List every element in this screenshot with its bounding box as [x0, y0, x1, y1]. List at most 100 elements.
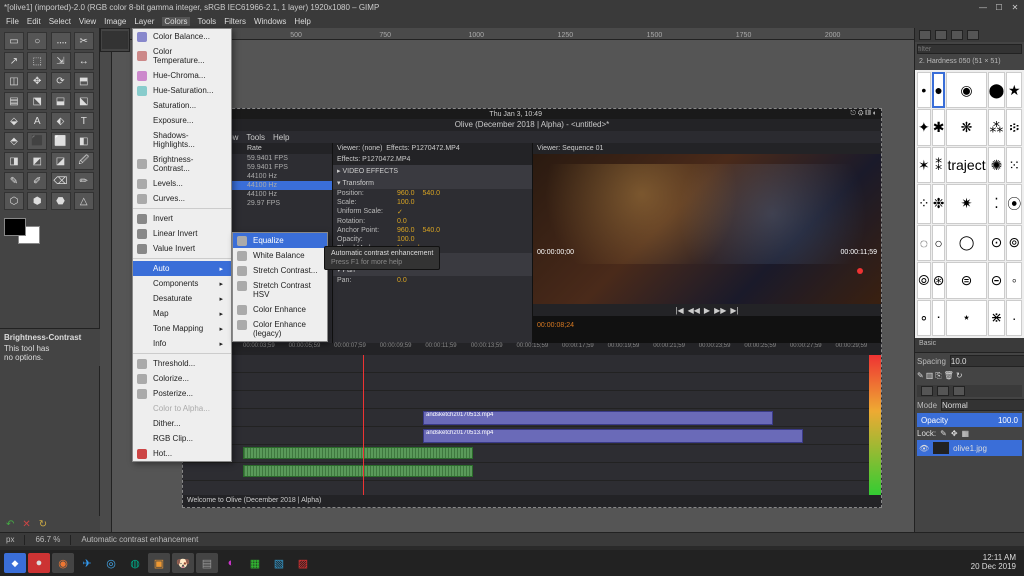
layer-row[interactable]: 👁olive1.jpg	[917, 440, 1022, 456]
menu-colors[interactable]: Colors	[162, 17, 189, 26]
taskbar-app[interactable]: ◍	[124, 553, 146, 573]
tool-7[interactable]: ↔	[74, 52, 94, 70]
menu-image[interactable]: Image	[104, 17, 126, 26]
video-clip-2[interactable]: andsketch20170513.mp4	[423, 429, 803, 443]
brush-thumb[interactable]: ⁑	[932, 147, 946, 183]
taskbar-olive[interactable]: ▤	[196, 553, 218, 573]
menu-view[interactable]: View	[79, 17, 96, 26]
menu-tools[interactable]: Tools	[198, 17, 217, 26]
tool-26[interactable]: ◪	[51, 152, 71, 170]
taskbar-app[interactable]: ✈	[76, 553, 98, 573]
tool-30[interactable]: ⌫	[51, 172, 71, 190]
brush-thumb[interactable]: ⦿	[1006, 184, 1022, 223]
play-button[interactable]: ▶	[704, 306, 710, 315]
col-rate[interactable]: Rate	[247, 145, 262, 152]
brush-thumb[interactable]: ⦾	[917, 262, 931, 298]
brush-thumb[interactable]: •	[917, 72, 931, 108]
brush-thumb[interactable]: ★	[1006, 72, 1022, 108]
menu-file[interactable]: File	[6, 17, 19, 26]
taskbar-app[interactable]: ●	[28, 553, 50, 573]
brush-thumb[interactable]: traject	[946, 147, 986, 183]
unit-label[interactable]: px	[6, 535, 14, 544]
menu-item[interactable]: Desaturate▸	[133, 291, 231, 306]
brush-thumb[interactable]: ✶	[917, 147, 931, 183]
tool-27[interactable]: 🖉	[74, 152, 94, 170]
tab-history-icon[interactable]	[967, 30, 979, 40]
transform-group[interactable]: ▾ Transform	[333, 177, 532, 189]
submenu-item[interactable]: Color Enhance	[233, 302, 327, 317]
brush-thumb[interactable]: ⊝	[988, 262, 1006, 298]
tab-brushes-icon[interactable]	[919, 30, 931, 40]
brush-refresh-btn[interactable]: ↻	[956, 371, 963, 381]
delete-icon[interactable]: ✕	[22, 519, 30, 530]
menu-item[interactable]: Color Balance...	[133, 29, 231, 44]
menu-select[interactable]: Select	[49, 17, 71, 26]
taskbar-app[interactable]: ▨	[292, 553, 314, 573]
submenu-item[interactable]: Stretch Contrast...	[233, 263, 327, 278]
submenu-item[interactable]: Equalize	[233, 233, 327, 248]
taskbar-app[interactable]: ▦	[244, 553, 266, 573]
opacity-slider[interactable]: Opacity100.0	[917, 413, 1022, 427]
tool-3[interactable]: ✂	[74, 32, 94, 50]
brush-thumb[interactable]: ⋇	[988, 300, 1006, 336]
tool-22[interactable]: ⬜	[51, 132, 71, 150]
tab-channels-icon[interactable]	[937, 386, 949, 396]
skip-start-button[interactable]: |◀	[675, 306, 683, 315]
tool-10[interactable]: ⟳	[51, 72, 71, 90]
viewer-image[interactable]: 00:00:00;00 00:00:11;59	[533, 154, 881, 304]
menu-item[interactable]: Levels...	[133, 176, 231, 191]
brush-dup-btn[interactable]: ⎘	[935, 371, 941, 381]
timeline-tracks[interactable]: andsketch20170513.mp4 andsketch20170513.…	[183, 355, 881, 495]
menu-item[interactable]: Hue-Chroma...	[133, 68, 231, 83]
menu-item[interactable]: RGB Clip...	[133, 431, 231, 446]
taskbar-gimp[interactable]: 🐶	[172, 553, 194, 573]
menu-windows[interactable]: Windows	[254, 17, 286, 26]
tool-1[interactable]: ○	[27, 32, 47, 50]
menu-item[interactable]: Info▸	[133, 336, 231, 351]
tab-patterns-icon[interactable]	[935, 30, 947, 40]
brush-thumb[interactable]: ⬤	[988, 72, 1006, 108]
tool-33[interactable]: ⬢	[27, 192, 47, 210]
brush-thumb[interactable]: ⊚	[1006, 225, 1022, 261]
fg-bg-swatches[interactable]	[0, 214, 99, 248]
taskbar-app[interactable]: ◎	[100, 553, 122, 573]
tool-6[interactable]: ⇲	[51, 52, 71, 70]
brush-thumb[interactable]: ◯	[946, 225, 986, 261]
tab-paths-icon[interactable]	[953, 386, 965, 396]
minimize-button[interactable]: —	[978, 3, 988, 12]
menu-item[interactable]: Hue-Saturation...	[133, 83, 231, 98]
brush-thumb[interactable]: ○	[932, 225, 946, 261]
tool-4[interactable]: ↗	[4, 52, 24, 70]
tool-21[interactable]: ⬛	[27, 132, 47, 150]
tool-13[interactable]: ⬔	[27, 92, 47, 110]
menu-item[interactable]: Invert	[133, 211, 231, 226]
video-effects-group[interactable]: ▸ VIDEO EFFECTS	[333, 165, 532, 177]
brush-thumb[interactable]: ⁂	[988, 109, 1006, 145]
brush-thumb[interactable]: ⁘	[917, 184, 931, 223]
menu-item[interactable]: Saturation...	[133, 98, 231, 113]
menu-item[interactable]: Linear Invert	[133, 226, 231, 241]
menu-item[interactable]: Color Temperature...	[133, 44, 231, 68]
brush-thumb[interactable]: ✦	[917, 109, 931, 145]
taskbar-app[interactable]: ▧	[268, 553, 290, 573]
brush-thumb[interactable]: ●	[932, 72, 946, 108]
menu-item[interactable]: Colorize...	[133, 371, 231, 386]
menu-item[interactable]: Brightness-Contrast...	[133, 152, 231, 176]
olive-menu-tools[interactable]: Tools	[246, 133, 265, 142]
menu-item[interactable]: Dither...	[133, 416, 231, 431]
tool-17[interactable]: A	[27, 112, 47, 130]
menu-filters[interactable]: Filters	[224, 17, 246, 26]
brush-thumb[interactable]: ◦	[1006, 262, 1022, 298]
system-clock[interactable]: 12:11 AM 20 Dec 2019	[971, 554, 1020, 572]
tool-11[interactable]: ⬒	[74, 72, 94, 90]
tool-34[interactable]: ⬣	[51, 192, 71, 210]
menu-item[interactable]: Components▸	[133, 276, 231, 291]
tool-35[interactable]: △	[74, 192, 94, 210]
brush-thumb[interactable]: ·	[1006, 300, 1022, 336]
menu-item[interactable]: Threshold...	[133, 356, 231, 371]
brush-thumb[interactable]: ⋆	[946, 300, 986, 336]
menu-item[interactable]: Tone Mapping▸	[133, 321, 231, 336]
tab-layers-icon[interactable]	[921, 386, 933, 396]
brush-thumb[interactable]: ❉	[932, 184, 946, 223]
undo-history-icon[interactable]: ↶	[6, 519, 14, 530]
